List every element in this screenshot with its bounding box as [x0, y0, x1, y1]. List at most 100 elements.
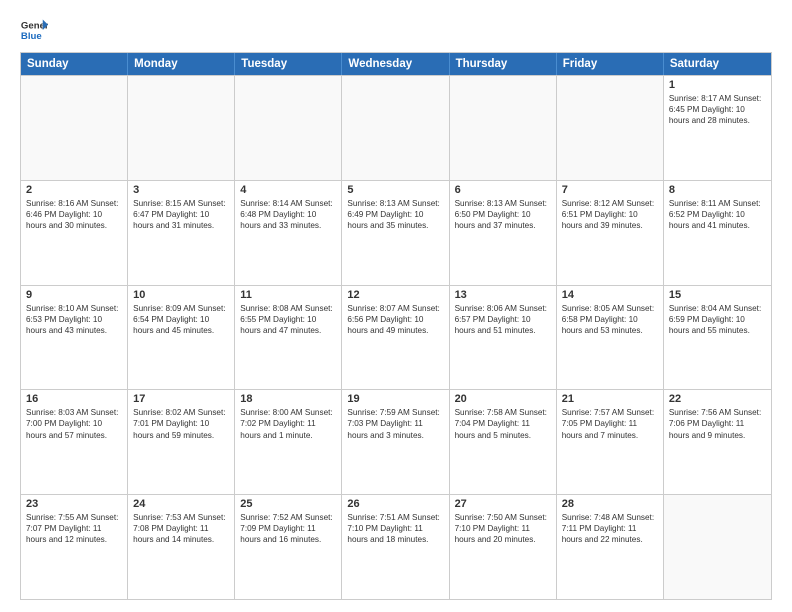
- day-info: Sunrise: 8:14 AM Sunset: 6:48 PM Dayligh…: [240, 198, 336, 231]
- day-number: 11: [240, 289, 336, 301]
- day-info: Sunrise: 8:06 AM Sunset: 6:57 PM Dayligh…: [455, 303, 551, 336]
- calendar-header-row: SundayMondayTuesdayWednesdayThursdayFrid…: [21, 53, 771, 75]
- day-info: Sunrise: 7:53 AM Sunset: 7:08 PM Dayligh…: [133, 512, 229, 545]
- day-info: Sunrise: 8:10 AM Sunset: 6:53 PM Dayligh…: [26, 303, 122, 336]
- day-number: 23: [26, 498, 122, 510]
- day-cell-19: 19 Sunrise: 7:59 AM Sunset: 7:03 PM Dayli…: [342, 390, 449, 494]
- day-number: 20: [455, 393, 551, 405]
- day-number: 15: [669, 289, 766, 301]
- day-info: Sunrise: 7:50 AM Sunset: 7:10 PM Dayligh…: [455, 512, 551, 545]
- day-number: 28: [562, 498, 658, 510]
- day-cell-21: 21 Sunrise: 7:57 AM Sunset: 7:05 PM Dayli…: [557, 390, 664, 494]
- day-number: 19: [347, 393, 443, 405]
- day-cell-26: 26 Sunrise: 7:51 AM Sunset: 7:10 PM Dayli…: [342, 495, 449, 599]
- day-number: 10: [133, 289, 229, 301]
- day-cell-23: 23 Sunrise: 7:55 AM Sunset: 7:07 PM Dayli…: [21, 495, 128, 599]
- week-row-2: 2 Sunrise: 8:16 AM Sunset: 6:46 PM Daylig…: [21, 180, 771, 285]
- day-info: Sunrise: 8:17 AM Sunset: 6:45 PM Dayligh…: [669, 93, 766, 126]
- day-number: 27: [455, 498, 551, 510]
- day-info: Sunrise: 8:07 AM Sunset: 6:56 PM Dayligh…: [347, 303, 443, 336]
- day-header-friday: Friday: [557, 53, 664, 75]
- logo-icon: General Blue: [20, 16, 48, 44]
- day-cell-8: 8 Sunrise: 8:11 AM Sunset: 6:52 PM Daylig…: [664, 181, 771, 285]
- day-info: Sunrise: 7:57 AM Sunset: 7:05 PM Dayligh…: [562, 407, 658, 440]
- day-number: 5: [347, 184, 443, 196]
- day-number: 16: [26, 393, 122, 405]
- day-number: 24: [133, 498, 229, 510]
- day-info: Sunrise: 8:13 AM Sunset: 6:50 PM Dayligh…: [455, 198, 551, 231]
- day-cell-1: 1 Sunrise: 8:17 AM Sunset: 6:45 PM Daylig…: [664, 76, 771, 180]
- day-cell-6: 6 Sunrise: 8:13 AM Sunset: 6:50 PM Daylig…: [450, 181, 557, 285]
- day-cell-12: 12Sunrise: 8:07 AM Sunset: 6:56 PM Dayli…: [342, 286, 449, 390]
- day-info: Sunrise: 8:08 AM Sunset: 6:55 PM Dayligh…: [240, 303, 336, 336]
- week-row-3: 9 Sunrise: 8:10 AM Sunset: 6:53 PM Daylig…: [21, 285, 771, 390]
- day-number: 6: [455, 184, 551, 196]
- day-cell-empty: [664, 495, 771, 599]
- day-info: Sunrise: 8:11 AM Sunset: 6:52 PM Dayligh…: [669, 198, 766, 231]
- week-row-5: 23 Sunrise: 7:55 AM Sunset: 7:07 PM Dayli…: [21, 494, 771, 599]
- day-info: Sunrise: 8:05 AM Sunset: 6:58 PM Dayligh…: [562, 303, 658, 336]
- day-info: Sunrise: 7:59 AM Sunset: 7:03 PM Dayligh…: [347, 407, 443, 440]
- day-info: Sunrise: 7:51 AM Sunset: 7:10 PM Dayligh…: [347, 512, 443, 545]
- day-header-monday: Monday: [128, 53, 235, 75]
- day-info: Sunrise: 8:09 AM Sunset: 6:54 PM Dayligh…: [133, 303, 229, 336]
- day-info: Sunrise: 8:15 AM Sunset: 6:47 PM Dayligh…: [133, 198, 229, 231]
- day-cell-9: 9 Sunrise: 8:10 AM Sunset: 6:53 PM Daylig…: [21, 286, 128, 390]
- day-cell-3: 3 Sunrise: 8:15 AM Sunset: 6:47 PM Daylig…: [128, 181, 235, 285]
- day-cell-empty: [21, 76, 128, 180]
- calendar-grid: SundayMondayTuesdayWednesdayThursdayFrid…: [20, 52, 772, 600]
- calendar-page: General Blue SundayMondayTuesdayWednesda…: [0, 0, 792, 612]
- day-cell-27: 27 Sunrise: 7:50 AM Sunset: 7:10 PM Dayli…: [450, 495, 557, 599]
- day-number: 2: [26, 184, 122, 196]
- day-cell-empty: [235, 76, 342, 180]
- day-header-thursday: Thursday: [450, 53, 557, 75]
- svg-text:Blue: Blue: [21, 31, 42, 42]
- day-cell-25: 25Sunrise: 7:52 AM Sunset: 7:09 PM Dayli…: [235, 495, 342, 599]
- day-cell-13: 13 Sunrise: 8:06 AM Sunset: 6:57 PM Dayli…: [450, 286, 557, 390]
- week-row-1: 1 Sunrise: 8:17 AM Sunset: 6:45 PM Daylig…: [21, 75, 771, 180]
- day-header-saturday: Saturday: [664, 53, 771, 75]
- day-cell-7: 7Sunrise: 8:12 AM Sunset: 6:51 PM Daylig…: [557, 181, 664, 285]
- day-cell-4: 4 Sunrise: 8:14 AM Sunset: 6:48 PM Daylig…: [235, 181, 342, 285]
- day-cell-17: 17Sunrise: 8:02 AM Sunset: 7:01 PM Dayli…: [128, 390, 235, 494]
- logo: General Blue: [20, 16, 52, 44]
- page-header: General Blue: [20, 16, 772, 44]
- day-header-tuesday: Tuesday: [235, 53, 342, 75]
- day-cell-empty: [128, 76, 235, 180]
- day-number: 21: [562, 393, 658, 405]
- day-cell-22: 22 Sunrise: 7:56 AM Sunset: 7:06 PM Dayli…: [664, 390, 771, 494]
- day-number: 13: [455, 289, 551, 301]
- week-row-4: 16 Sunrise: 8:03 AM Sunset: 7:00 PM Dayli…: [21, 389, 771, 494]
- day-cell-15: 15 Sunrise: 8:04 AM Sunset: 6:59 PM Dayli…: [664, 286, 771, 390]
- day-number: 9: [26, 289, 122, 301]
- day-cell-empty: [342, 76, 449, 180]
- day-cell-2: 2 Sunrise: 8:16 AM Sunset: 6:46 PM Daylig…: [21, 181, 128, 285]
- day-info: Sunrise: 7:56 AM Sunset: 7:06 PM Dayligh…: [669, 407, 766, 440]
- calendar-body: 1 Sunrise: 8:17 AM Sunset: 6:45 PM Daylig…: [21, 75, 771, 599]
- day-number: 1: [669, 79, 766, 91]
- day-cell-20: 20 Sunrise: 7:58 AM Sunset: 7:04 PM Dayli…: [450, 390, 557, 494]
- day-cell-18: 18Sunrise: 8:00 AM Sunset: 7:02 PM Dayli…: [235, 390, 342, 494]
- day-cell-11: 11 Sunrise: 8:08 AM Sunset: 6:55 PM Dayli…: [235, 286, 342, 390]
- day-number: 7: [562, 184, 658, 196]
- day-number: 26: [347, 498, 443, 510]
- day-info: Sunrise: 8:02 AM Sunset: 7:01 PM Dayligh…: [133, 407, 229, 440]
- day-info: Sunrise: 7:55 AM Sunset: 7:07 PM Dayligh…: [26, 512, 122, 545]
- day-number: 14: [562, 289, 658, 301]
- day-number: 8: [669, 184, 766, 196]
- day-info: Sunrise: 7:48 AM Sunset: 7:11 PM Dayligh…: [562, 512, 658, 545]
- day-cell-10: 10 Sunrise: 8:09 AM Sunset: 6:54 PM Dayli…: [128, 286, 235, 390]
- day-info: Sunrise: 7:58 AM Sunset: 7:04 PM Dayligh…: [455, 407, 551, 440]
- day-info: Sunrise: 8:04 AM Sunset: 6:59 PM Dayligh…: [669, 303, 766, 336]
- day-cell-28: 28 Sunrise: 7:48 AM Sunset: 7:11 PM Dayli…: [557, 495, 664, 599]
- day-number: 22: [669, 393, 766, 405]
- day-cell-24: 24 Sunrise: 7:53 AM Sunset: 7:08 PM Dayli…: [128, 495, 235, 599]
- day-number: 4: [240, 184, 336, 196]
- day-cell-14: 14 Sunrise: 8:05 AM Sunset: 6:58 PM Dayli…: [557, 286, 664, 390]
- day-info: Sunrise: 8:03 AM Sunset: 7:00 PM Dayligh…: [26, 407, 122, 440]
- day-info: Sunrise: 8:16 AM Sunset: 6:46 PM Dayligh…: [26, 198, 122, 231]
- day-cell-5: 5Sunrise: 8:13 AM Sunset: 6:49 PM Daylig…: [342, 181, 449, 285]
- day-number: 25: [240, 498, 336, 510]
- day-header-wednesday: Wednesday: [342, 53, 449, 75]
- day-number: 3: [133, 184, 229, 196]
